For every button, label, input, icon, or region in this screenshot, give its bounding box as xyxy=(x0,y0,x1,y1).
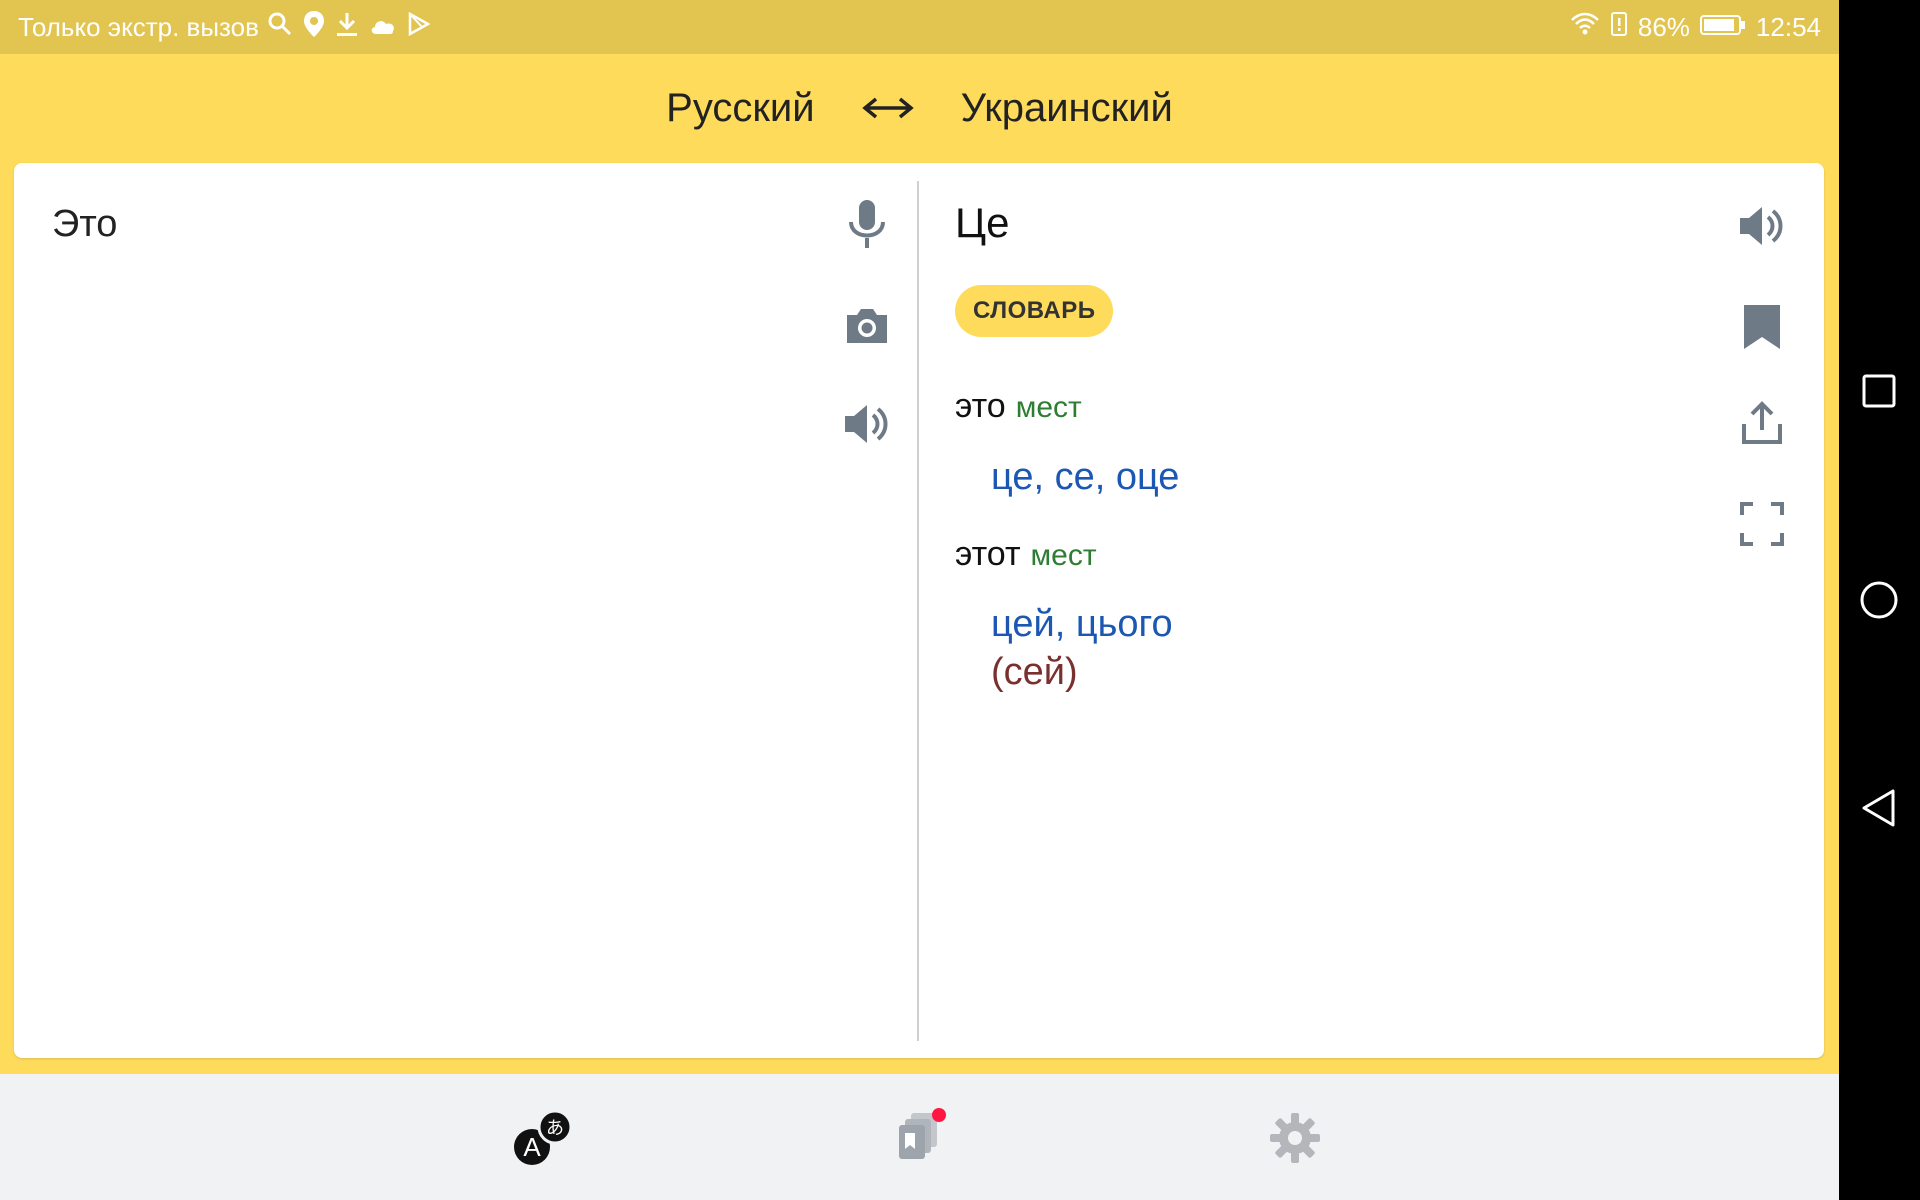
status-left: Только экстр. вызов xyxy=(18,0,431,54)
bookmark-icon[interactable] xyxy=(1732,297,1792,357)
entry-part-of-speech: мест xyxy=(1030,539,1097,572)
dictionary-entry-word: этот мест xyxy=(955,535,1097,574)
language-bar: Русский Украинский xyxy=(0,54,1839,162)
battery-alert-icon xyxy=(1610,11,1628,44)
entry-part-of-speech: мест xyxy=(1015,391,1082,424)
translation-text: Це xyxy=(955,199,1010,246)
entry-headword: это xyxy=(955,387,1006,425)
entry-translations[interactable]: це, се, оце xyxy=(991,456,1179,499)
swap-arrows-icon[interactable] xyxy=(861,93,915,123)
translate-icon[interactable]: A あ xyxy=(503,1098,583,1178)
recent-apps-icon[interactable] xyxy=(1853,365,1905,417)
svg-text:A: A xyxy=(523,1132,541,1162)
camera-icon[interactable] xyxy=(837,296,897,356)
translation-card: Это Це СЛОВАРЬ это мест це, се, оце этот м… xyxy=(14,163,1824,1058)
target-language-button[interactable]: Украинский xyxy=(961,86,1173,131)
svg-text:あ: あ xyxy=(546,1118,564,1139)
settings-icon[interactable] xyxy=(1255,1098,1335,1178)
carrier-text: Только экстр. вызов xyxy=(18,11,259,42)
search-icon xyxy=(267,11,293,44)
entry-translations[interactable]: цей, цього xyxy=(991,603,1173,646)
dictionary-entry-word: это мест xyxy=(955,387,1082,426)
download-icon xyxy=(335,11,359,44)
dictionary-chip[interactable]: СЛОВАРЬ xyxy=(955,285,1114,337)
entry-headword: этот xyxy=(955,535,1021,573)
system-navigation-bar xyxy=(1839,0,1920,1200)
location-icon xyxy=(303,10,325,45)
status-right: 86% 12:54 xyxy=(1570,0,1821,54)
collections-icon[interactable] xyxy=(880,1098,960,1178)
fullscreen-icon[interactable] xyxy=(1732,494,1792,554)
share-icon[interactable] xyxy=(1732,393,1792,453)
home-icon[interactable] xyxy=(1853,574,1905,626)
battery-icon xyxy=(1699,12,1746,43)
wifi-icon xyxy=(1570,12,1600,43)
back-icon[interactable] xyxy=(1853,782,1905,834)
play-store-icon xyxy=(407,11,431,43)
cloud-icon xyxy=(369,12,397,43)
status-bar: Только экстр. вызов 86% 12:54 xyxy=(0,0,1839,54)
translator-app: Только экстр. вызов 86% 12:54 Русский Ук… xyxy=(0,0,1839,1200)
battery-percent: 86% xyxy=(1637,11,1690,42)
source-language-button[interactable]: Русский xyxy=(666,86,814,131)
speaker-icon[interactable] xyxy=(837,394,897,454)
source-text-input[interactable]: Это xyxy=(52,203,117,246)
panel-divider xyxy=(917,181,919,1041)
clock: 12:54 xyxy=(1755,11,1821,42)
bottom-navigation: A あ xyxy=(0,1074,1839,1200)
entry-note: (сей) xyxy=(991,651,1078,693)
microphone-icon[interactable] xyxy=(837,196,897,256)
speaker-icon[interactable] xyxy=(1732,196,1792,256)
